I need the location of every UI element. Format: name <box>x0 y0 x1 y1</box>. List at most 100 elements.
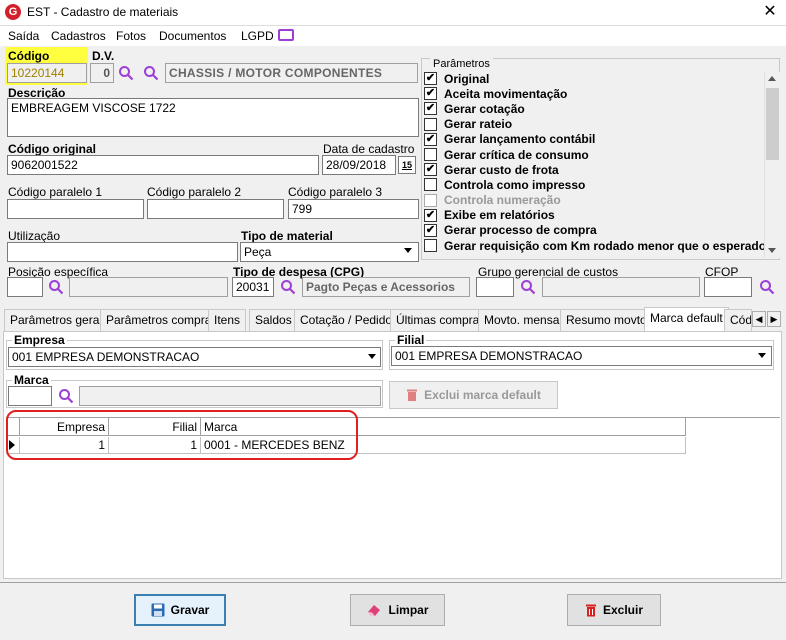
excluir-button[interactable]: Excluir <box>567 594 661 626</box>
descricao-field[interactable]: EMBREAGEM VISCOSE 1722 <box>7 98 419 137</box>
tab-ultimas-compras[interactable]: Últimas compras <box>390 309 492 331</box>
tipo-material-select[interactable]: Peça <box>240 242 419 262</box>
marca-label: Marca <box>12 373 51 387</box>
exclui-marca-default-button[interactable]: Exclui marca default <box>389 381 558 409</box>
param-item[interactable]: ✔ Original <box>424 71 764 86</box>
chevron-down-icon <box>368 354 376 359</box>
calendar-icon[interactable]: 15 <box>398 156 416 174</box>
tab-parametros-compras[interactable]: Parâmetros compras <box>100 309 224 331</box>
checkbox[interactable]: ✔ <box>424 102 437 116</box>
dv-field: 0 <box>90 63 114 83</box>
param-label: Gerar crítica de consumo <box>444 147 589 162</box>
cod-paralelo3-field[interactable]: 799 <box>288 199 419 219</box>
checkbox[interactable] <box>424 239 437 253</box>
search-icon[interactable] <box>48 279 64 295</box>
tab-itens[interactable]: Itens <box>208 309 247 331</box>
param-label: Exibe em relatórios <box>444 208 555 223</box>
param-label: Gerar lançamento contábil <box>444 132 596 147</box>
checkbox[interactable]: ✔ <box>424 163 437 177</box>
search-icon[interactable] <box>143 65 159 81</box>
close-button[interactable]: ✕ <box>758 1 782 23</box>
codigo-field[interactable]: 10220144 <box>7 63 87 83</box>
codigo-original-field[interactable]: 9062001522 <box>7 155 319 175</box>
search-icon[interactable] <box>118 65 134 81</box>
checkbox[interactable] <box>424 148 437 162</box>
checkbox[interactable] <box>424 117 437 131</box>
empresa-select[interactable]: 001 EMPRESA DEMONSTRACAO <box>8 347 381 367</box>
tab-resumo-movto[interactable]: Resumo movto. <box>560 309 657 331</box>
scroll-down-icon[interactable] <box>768 248 776 253</box>
tab-movto-mensal[interactable]: Movto. mensal <box>478 309 569 331</box>
window-title: EST - Cadastro de materiais <box>27 5 179 19</box>
param-item[interactable]: ✔ Gerar lançamento contábil <box>424 132 764 147</box>
posicao-field[interactable] <box>7 277 43 297</box>
checkbox[interactable]: ✔ <box>424 72 437 86</box>
tab-saldos[interactable]: Saldos <box>249 309 298 331</box>
param-item[interactable]: Controla numeração <box>424 193 764 208</box>
tab-strip: Parâmetros gerais Parâmetros compras Ite… <box>4 307 781 331</box>
grupo-gerencial-field[interactable] <box>476 277 514 297</box>
param-item[interactable]: Gerar crítica de consumo <box>424 147 764 162</box>
eraser-icon <box>368 605 381 616</box>
tab-codigos[interactable]: Códi <box>724 309 752 331</box>
param-item[interactable]: ✔ Exibe em relatórios <box>424 208 764 223</box>
tab-parametros-gerais[interactable]: Parâmetros gerais <box>4 309 115 331</box>
search-icon[interactable] <box>58 388 74 404</box>
marca-code-field[interactable] <box>8 386 52 406</box>
menu-lgpd[interactable]: LGPD <box>241 29 274 43</box>
menu-documentos[interactable]: Documentos <box>159 29 226 43</box>
params-scrollbar[interactable] <box>764 72 780 258</box>
param-label: Gerar custo de frota <box>444 162 559 177</box>
chevron-down-icon <box>758 353 766 358</box>
search-icon[interactable] <box>520 279 536 295</box>
cod-paralelo2-field[interactable] <box>147 199 284 219</box>
menu-saida[interactable]: Saída <box>8 29 39 43</box>
tab-scroll-left-icon[interactable]: ◀ <box>752 311 766 327</box>
param-item[interactable]: ✔ Gerar cotação <box>424 101 764 116</box>
param-item[interactable]: Controla como impresso <box>424 177 764 192</box>
tab-marca-default[interactable]: Marca default <box>644 307 729 331</box>
limpar-button[interactable]: Limpar <box>350 594 445 626</box>
search-icon[interactable] <box>759 279 775 295</box>
cod-paralelo1-field[interactable] <box>7 199 144 219</box>
monitor-icon[interactable] <box>278 29 294 41</box>
scroll-up-icon[interactable] <box>768 76 776 81</box>
param-label: Gerar rateio <box>444 117 513 132</box>
checkbox[interactable]: ✔ <box>424 223 437 237</box>
grupo-field: CHASSIS / MOTOR COMPONENTES <box>165 63 418 83</box>
footer-divider <box>0 582 786 583</box>
param-item[interactable]: ✔ Gerar processo de compra <box>424 223 764 238</box>
menu-fotos[interactable]: Fotos <box>116 29 146 43</box>
tab-scroll-right-icon[interactable]: ▶ <box>767 311 781 327</box>
param-item[interactable]: Gerar rateio <box>424 117 764 132</box>
scroll-thumb[interactable] <box>766 88 779 160</box>
data-cadastro-field[interactable]: 28/09/2018 <box>322 155 396 175</box>
tab-cotacao-pedido[interactable]: Cotação / Pedido <box>294 309 399 331</box>
filial-label: Filial <box>395 333 427 347</box>
posicao-desc-field <box>69 277 228 297</box>
utilizacao-field[interactable] <box>7 242 238 262</box>
filial-select[interactable]: 001 EMPRESA DEMONSTRACAO <box>391 346 772 366</box>
checkbox[interactable] <box>424 178 437 192</box>
checkbox[interactable] <box>424 193 437 207</box>
exclui-marca-default-label: Exclui marca default <box>424 388 541 402</box>
param-item[interactable]: ✔ Gerar custo de frota <box>424 162 764 177</box>
gravar-button[interactable]: Gravar <box>134 594 226 626</box>
tipo-despesa-desc-field: Pagto Peças e Acessorios <box>302 277 470 297</box>
param-label: Gerar requisição com Km rodado menor que… <box>444 238 764 253</box>
cfop-field[interactable] <box>704 277 752 297</box>
cod-paralelo2-label: Código paralelo 2 <box>147 185 242 199</box>
checkbox[interactable]: ✔ <box>424 132 437 146</box>
checkbox[interactable]: ✔ <box>424 208 437 222</box>
tipo-material-label: Tipo de material <box>241 229 333 243</box>
param-item[interactable]: Gerar requisição com Km rodado menor que… <box>424 238 764 253</box>
search-icon[interactable] <box>280 279 296 295</box>
cod-paralelo3-label: Código paralelo 3 <box>288 185 383 199</box>
trash-icon <box>585 604 596 617</box>
tipo-despesa-code-field[interactable]: 20031 <box>232 277 274 297</box>
checkbox[interactable]: ✔ <box>424 87 437 101</box>
param-label: Gerar cotação <box>444 101 525 116</box>
param-item[interactable]: ✔ Aceita movimentação <box>424 86 764 101</box>
app-logo-icon: G <box>5 4 21 20</box>
menu-cadastros[interactable]: Cadastros <box>51 29 106 43</box>
